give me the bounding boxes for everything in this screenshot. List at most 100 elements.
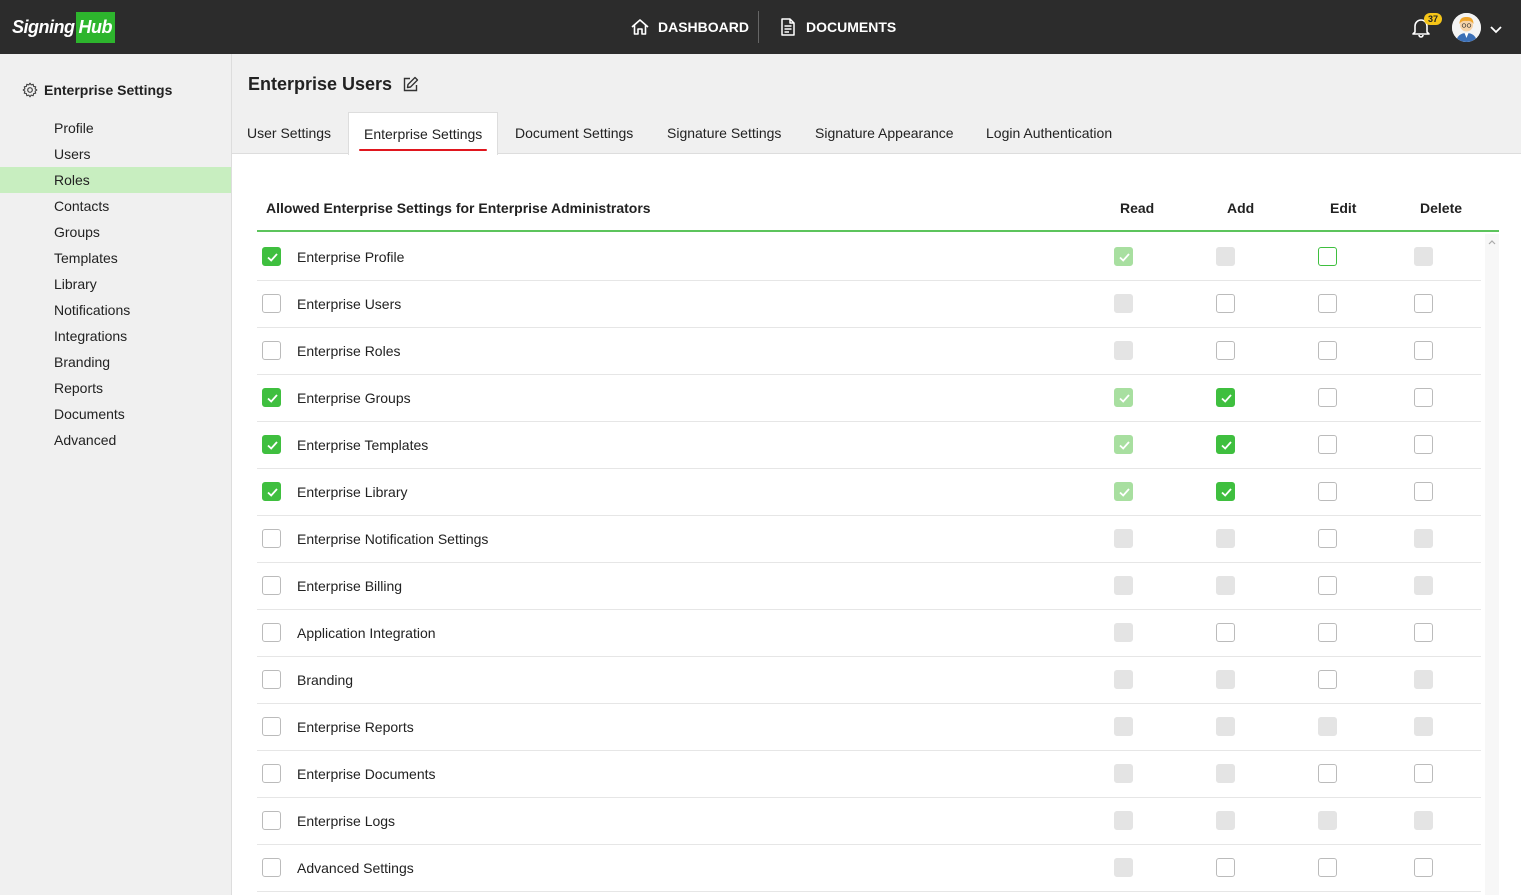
read-checkbox xyxy=(1114,623,1133,642)
delete-checkbox[interactable] xyxy=(1414,341,1433,360)
read-checkbox xyxy=(1114,717,1133,736)
sidebar-item-roles[interactable]: Roles xyxy=(0,167,231,193)
add-checkbox xyxy=(1216,811,1235,830)
allowed-checkbox[interactable] xyxy=(262,670,281,689)
setting-label: Enterprise Reports xyxy=(297,719,414,735)
edit-checkbox[interactable] xyxy=(1318,435,1337,454)
delete-checkbox[interactable] xyxy=(1414,623,1433,642)
tab-user-settings[interactable]: User Settings xyxy=(232,112,346,154)
read-checkbox[interactable] xyxy=(1114,482,1133,501)
setting-label: Advanced Settings xyxy=(297,860,414,876)
setting-label: Enterprise Logs xyxy=(297,813,396,829)
edit-pencil-icon[interactable] xyxy=(402,76,419,93)
sidebar-item-templates[interactable]: Templates xyxy=(0,245,231,271)
read-checkbox[interactable] xyxy=(1114,435,1133,454)
allowed-checkbox[interactable] xyxy=(262,717,281,736)
sidebar-item-contacts[interactable]: Contacts xyxy=(0,193,231,219)
page-header: Enterprise Users User Settings Enterprise… xyxy=(232,54,1521,155)
allowed-checkbox[interactable] xyxy=(262,529,281,548)
edit-checkbox[interactable] xyxy=(1318,670,1337,689)
add-checkbox[interactable] xyxy=(1216,388,1235,407)
column-header-edit: Edit xyxy=(1330,200,1357,216)
sidebar-item-documents[interactable]: Documents xyxy=(0,401,231,427)
read-checkbox[interactable] xyxy=(1114,388,1133,407)
tab-enterprise-settings[interactable]: Enterprise Settings xyxy=(348,112,499,155)
edit-checkbox[interactable] xyxy=(1318,858,1337,877)
sidebar-item-notifications[interactable]: Notifications xyxy=(0,297,231,323)
edit-checkbox[interactable] xyxy=(1318,341,1337,360)
allowed-checkbox[interactable] xyxy=(262,435,281,454)
read-checkbox xyxy=(1114,811,1133,830)
edit-checkbox[interactable] xyxy=(1318,247,1337,266)
main-content: Enterprise Users User Settings Enterprise… xyxy=(232,54,1521,895)
sidebar-item-profile[interactable]: Profile xyxy=(0,115,231,141)
edit-checkbox[interactable] xyxy=(1318,764,1337,783)
sidebar-item-reports[interactable]: Reports xyxy=(0,375,231,401)
edit-checkbox[interactable] xyxy=(1318,623,1337,642)
edit-checkbox xyxy=(1318,811,1337,830)
user-menu-chevron-down-icon[interactable] xyxy=(1489,22,1503,40)
edit-checkbox[interactable] xyxy=(1318,388,1337,407)
delete-checkbox[interactable] xyxy=(1414,294,1433,313)
allowed-checkbox[interactable] xyxy=(262,764,281,783)
edit-checkbox[interactable] xyxy=(1318,294,1337,313)
allowed-checkbox[interactable] xyxy=(262,482,281,501)
sidebar-item-library[interactable]: Library xyxy=(0,271,231,297)
delete-checkbox[interactable] xyxy=(1414,482,1433,501)
allowed-checkbox[interactable] xyxy=(262,341,281,360)
top-bar: Signing Hub DASHBOARD DOCUMENTS 37 xyxy=(0,0,1521,54)
add-checkbox[interactable] xyxy=(1216,341,1235,360)
add-checkbox[interactable] xyxy=(1216,858,1235,877)
edit-checkbox[interactable] xyxy=(1318,529,1337,548)
delete-checkbox[interactable] xyxy=(1414,858,1433,877)
tab-login-authentication[interactable]: Login Authentication xyxy=(971,112,1127,154)
scroll-up-arrow-icon[interactable] xyxy=(1485,236,1499,248)
sidebar-item-users[interactable]: Users xyxy=(0,141,231,167)
user-avatar[interactable] xyxy=(1452,13,1481,42)
delete-checkbox xyxy=(1414,670,1433,689)
tab-label: Login Authentication xyxy=(986,125,1113,141)
sidebar-item-groups[interactable]: Groups xyxy=(0,219,231,245)
tab-signature-appearance[interactable]: Signature Appearance xyxy=(800,112,969,154)
add-checkbox[interactable] xyxy=(1216,435,1235,454)
setting-label: Branding xyxy=(297,672,354,688)
sidebar-item-branding[interactable]: Branding xyxy=(0,349,231,375)
signinghub-logo[interactable]: Signing Hub xyxy=(12,11,115,44)
sidebar-item-advanced[interactable]: Advanced xyxy=(0,427,231,453)
tab-label: Signature Appearance xyxy=(815,125,954,141)
table-scrollbar[interactable] xyxy=(1485,234,1499,895)
add-checkbox[interactable] xyxy=(1216,623,1235,642)
add-checkbox[interactable] xyxy=(1216,294,1235,313)
read-checkbox xyxy=(1114,529,1133,548)
delete-checkbox[interactable] xyxy=(1414,435,1433,454)
sidebar-item-integrations[interactable]: Integrations xyxy=(0,323,231,349)
sidebar-title-label: Enterprise Settings xyxy=(44,82,173,98)
tab-label: Signature Settings xyxy=(667,125,782,141)
allowed-checkbox[interactable] xyxy=(262,247,281,266)
delete-checkbox xyxy=(1414,717,1433,736)
delete-checkbox xyxy=(1414,247,1433,266)
allowed-checkbox[interactable] xyxy=(262,858,281,877)
add-checkbox xyxy=(1216,529,1235,548)
column-header-delete: Delete xyxy=(1420,200,1463,216)
tab-signature-settings[interactable]: Signature Settings xyxy=(652,112,796,154)
allowed-checkbox[interactable] xyxy=(262,811,281,830)
sidebar: Enterprise Settings Profile Users Roles Con… xyxy=(0,54,232,895)
read-checkbox[interactable] xyxy=(1114,247,1133,266)
nav-dashboard[interactable]: DASHBOARD xyxy=(630,0,749,54)
allowed-checkbox[interactable] xyxy=(262,294,281,313)
delete-checkbox[interactable] xyxy=(1414,388,1433,407)
tab-document-settings[interactable]: Document Settings xyxy=(500,112,648,154)
nav-documents[interactable]: DOCUMENTS xyxy=(778,0,896,54)
add-checkbox xyxy=(1216,670,1235,689)
allowed-checkbox[interactable] xyxy=(262,623,281,642)
edit-checkbox[interactable] xyxy=(1318,576,1337,595)
edit-checkbox[interactable] xyxy=(1318,482,1337,501)
setting-label: Enterprise Billing xyxy=(297,578,403,594)
allowed-checkbox[interactable] xyxy=(262,388,281,407)
allowed-checkbox[interactable] xyxy=(262,576,281,595)
add-checkbox[interactable] xyxy=(1216,482,1235,501)
add-checkbox xyxy=(1216,717,1235,736)
delete-checkbox xyxy=(1414,811,1433,830)
delete-checkbox[interactable] xyxy=(1414,764,1433,783)
